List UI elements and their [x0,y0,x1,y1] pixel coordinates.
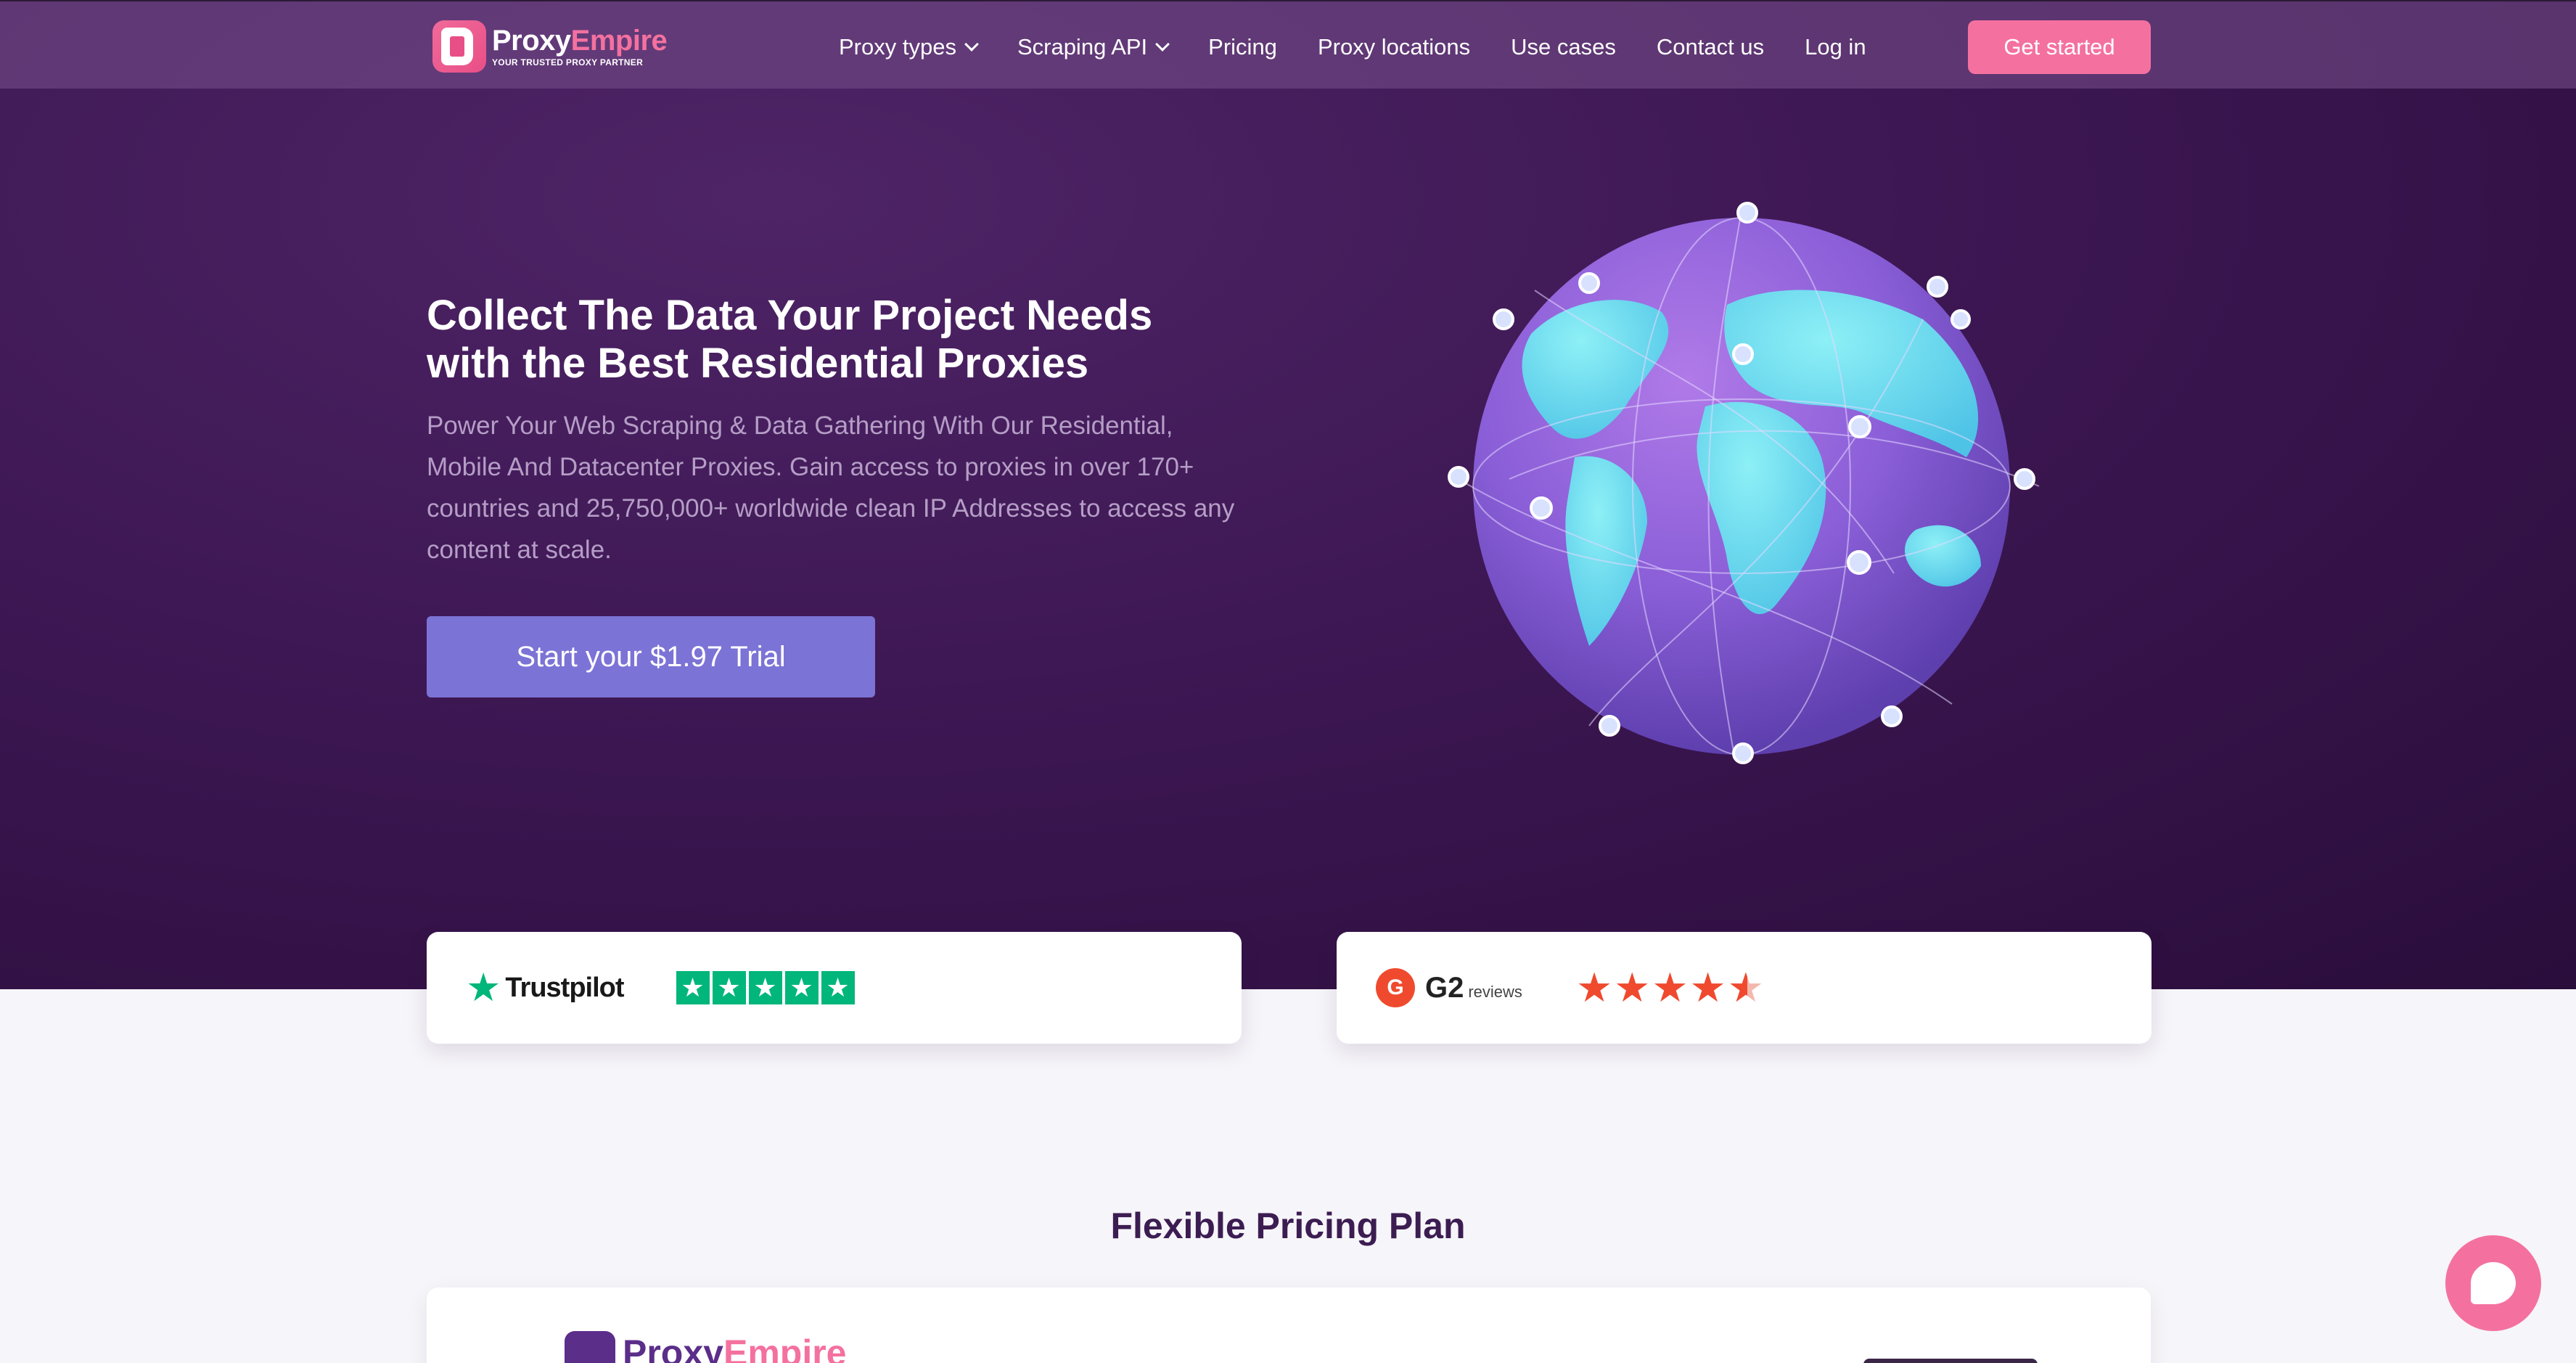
nav-use-cases[interactable]: Use cases [1511,34,1616,60]
chat-launcher[interactable] [2445,1235,2541,1331]
g2-badge-icon: G [1376,968,1415,1007]
trustpilot-rating: ★ ★ ★ ★ ★ [676,971,855,1004]
chevron-down-icon [1155,37,1170,52]
chat-bubble-icon [2471,1262,2516,1304]
nav-proxy-locations[interactable]: Proxy locations [1318,34,1470,60]
logo-mark-icon [565,1331,615,1363]
hero-subtitle: Power Your Web Scraping & Data Gathering… [427,412,1235,564]
main-nav: Proxy types Scraping API Pricing Proxy l… [839,29,1907,65]
g2-card[interactable]: G G2 reviews ★ ★ ★ ★ ★ ★ [1337,932,2152,1044]
nav-contact-us[interactable]: Contact us [1657,34,1764,60]
pricing-card: ProxyEmpire [427,1288,2151,1363]
pricing-title: Flexible Pricing Plan [1110,1206,1466,1246]
logo-mark-icon [432,20,486,73]
chevron-down-icon [964,37,979,52]
hero-section [0,0,2576,989]
brand-name: ProxyEmpire [492,25,668,57]
start-trial-button[interactable]: Start your $1.97 Trial [427,616,875,697]
star-icon: ★ [784,971,819,1004]
brand-tagline: YOUR TRUSTED PROXY PARTNER [492,57,644,67]
g2-rating: ★ ★ ★ ★ ★ ★ [1576,967,1764,1008]
g2-logo: G G2 reviews [1376,968,1522,1007]
star-icon: ★ [821,971,855,1004]
pricing-card-button[interactable] [1863,1359,2038,1363]
star-icon: ★ [1689,965,1726,1010]
star-icon: ★ [676,971,710,1004]
star-icon: ★ [748,971,782,1004]
brand-logo[interactable]: ProxyEmpire YOUR TRUSTED PROXY PARTNER [432,20,679,73]
pricing-card-logo: ProxyEmpire [565,1331,846,1363]
trustpilot-logo: ★ Trustpilot [466,966,625,1010]
star-icon: ★ [1614,965,1651,1010]
globe-network-illustration [1448,202,2040,764]
hero-title: Collect The Data Your Project Needs with… [427,292,1153,387]
nav-proxy-types[interactable]: Proxy types [839,34,979,60]
half-star-icon: ★ ★ [1727,965,1764,1010]
get-started-button[interactable]: Get started [1968,20,2151,74]
star-icon: ★ [1575,965,1613,1010]
nav-scraping-api[interactable]: Scraping API [1017,34,1170,60]
top-navbar: ProxyEmpire YOUR TRUSTED PROXY PARTNER P… [0,0,2576,89]
trustpilot-star-icon: ★ [466,966,501,1010]
trustpilot-card[interactable]: ★ Trustpilot ★ ★ ★ ★ ★ [427,932,1242,1044]
star-icon: ★ [712,971,746,1004]
nav-pricing[interactable]: Pricing [1208,34,1277,60]
star-icon: ★ [1652,965,1689,1010]
nav-log-in[interactable]: Log in [1805,34,1866,60]
